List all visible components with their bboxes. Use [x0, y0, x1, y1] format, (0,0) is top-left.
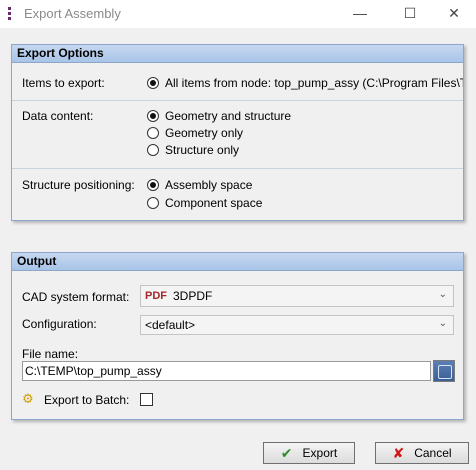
cancel-button-label: Cancel [414, 446, 452, 460]
export-options-group: Export Options Items to export: All item… [11, 44, 464, 221]
radio-dot [147, 144, 159, 156]
radio-label: Geometry only [165, 126, 244, 140]
check-icon: ✔ [280, 444, 293, 461]
radio-geometry-and-structure[interactable]: Geometry and structure [147, 108, 291, 124]
radio-assembly-space[interactable]: Assembly space [147, 177, 252, 193]
divider [12, 100, 463, 101]
export-to-batch-label: Export to Batch: [44, 393, 130, 407]
configuration-value: <default> [145, 318, 196, 332]
title-bar: Export Assembly — ☐ ✕ [0, 0, 476, 28]
radio-dot-selected [147, 179, 159, 191]
items-to-export-label: Items to export: [22, 76, 105, 90]
minimize-button[interactable]: — [338, 0, 382, 28]
radio-label: Component space [165, 196, 263, 210]
configuration-select[interactable]: <default> ⌄ [140, 315, 454, 335]
radio-dot [147, 127, 159, 139]
radio-label: Assembly space [165, 178, 253, 192]
radio-label: Geometry and structure [165, 109, 292, 123]
radio-dot-selected [147, 77, 159, 89]
export-button[interactable]: ✔ Export [263, 442, 355, 464]
file-name-label: File name: [22, 347, 79, 361]
chevron-down-icon: ⌄ [438, 289, 447, 300]
cad-system-format-select[interactable]: PDF 3DPDF ⌄ [140, 285, 454, 307]
output-header: Output [12, 253, 463, 271]
structure-positioning-label: Structure positioning: [22, 178, 135, 192]
radio-structure-only[interactable]: Structure only [147, 142, 239, 158]
pdf-icon: PDF [145, 290, 167, 302]
radio-label: All items from node: top_pump_assy (C:\P… [165, 76, 463, 90]
export-options-header: Export Options [12, 45, 463, 63]
cad-system-format-label: CAD system format: [22, 290, 130, 304]
close-icon: ✘ [392, 444, 405, 461]
browse-folder-button[interactable] [433, 360, 455, 382]
radio-dot [147, 197, 159, 209]
radio-dot-selected [147, 110, 159, 122]
app-icon [8, 7, 12, 21]
chevron-down-icon: ⌄ [438, 318, 447, 329]
batch-icon: ⚙ [22, 391, 34, 406]
radio-label: Structure only [165, 143, 240, 157]
cancel-button[interactable]: ✘ Cancel [375, 442, 469, 464]
radio-all-items-from-node[interactable]: All items from node: top_pump_assy (C:\P… [147, 75, 463, 91]
maximize-button[interactable]: ☐ [388, 0, 432, 28]
cad-system-format-value: 3DPDF [173, 289, 213, 303]
radio-geometry-only[interactable]: Geometry only [147, 125, 243, 141]
configuration-label: Configuration: [22, 317, 97, 331]
output-group: Output CAD system format: PDF 3DPDF ⌄ Co… [11, 252, 464, 420]
close-button[interactable]: ✕ [432, 0, 476, 28]
data-content-label: Data content: [22, 109, 94, 123]
divider [12, 168, 463, 169]
radio-component-space[interactable]: Component space [147, 195, 262, 211]
export-to-batch-checkbox[interactable] [140, 393, 153, 406]
export-button-label: Export [302, 446, 338, 460]
file-name-input[interactable] [22, 361, 431, 381]
window-title: Export Assembly [24, 6, 121, 21]
